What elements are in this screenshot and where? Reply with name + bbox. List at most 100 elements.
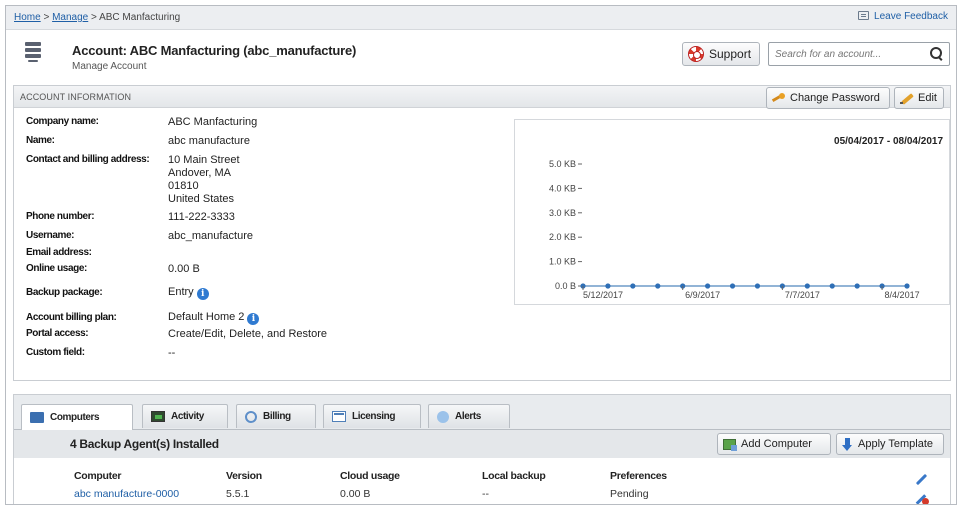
portal-access-value: Create/Edit, Delete, and Restore — [168, 328, 327, 340]
y-tick-label: 4.0 KB — [549, 183, 576, 193]
field-label: Name: — [26, 135, 55, 146]
lifebuoy-icon — [688, 46, 704, 62]
breadcrumb-separator: > — [88, 12, 100, 23]
change-password-button[interactable]: Change Password — [766, 87, 890, 109]
tab-billing[interactable]: Billing — [236, 404, 316, 428]
breadcrumb-home-link[interactable]: Home — [14, 12, 41, 23]
server-icon — [25, 42, 41, 66]
x-tick-label: 8/4/2017 — [885, 290, 920, 300]
breadcrumb-manage-link[interactable]: Manage — [52, 12, 88, 23]
company-name-value: ABC Manfacturing — [168, 116, 258, 128]
account-info-table: Company name: ABC Manfacturing Name: abc… — [26, 116, 327, 364]
info-row-address: Contact and billing address: 10 Main Str… — [26, 154, 327, 211]
breadcrumb-bar: Home > Manage > ABC Manfacturing Leave F… — [6, 6, 956, 30]
usage-chart: 05/04/2017 - 08/04/2017 5.0 KB 4.0 KB 3.0 K… — [514, 119, 950, 305]
add-computer-button[interactable]: Add Computer — [717, 433, 831, 455]
table-row: abc manufacture-0000 5.5.1 0.00 B -- Pen… — [74, 486, 730, 500]
data-point — [605, 283, 611, 289]
billing-plan-value: Default Home 2i — [168, 309, 327, 328]
username-value: abc_manufacture — [168, 230, 253, 242]
info-row-backup-package: Backup package: Entry i — [26, 284, 327, 309]
support-label: Support — [709, 47, 752, 61]
field-label: Username: — [26, 230, 75, 241]
page-subtitle: Manage Account — [72, 61, 147, 72]
info-row-portal-access: Portal access: Create/Edit, Delete, and … — [26, 328, 327, 347]
info-row-custom-field: Custom field: -- — [26, 347, 327, 364]
tab-alerts[interactable]: Alerts — [428, 404, 510, 428]
address-value: 10 Main Street Andover, MA 01810 United … — [168, 154, 327, 211]
billing-plan-text: Default Home 2 — [168, 311, 245, 323]
info-row-billing-plan: Account billing plan: Default Home 2i — [26, 309, 327, 328]
computers-icon — [30, 412, 44, 423]
search-icon[interactable] — [930, 47, 943, 61]
data-point — [804, 283, 810, 289]
column-header-computer: Computer — [74, 470, 122, 482]
support-button[interactable]: Support — [682, 42, 760, 66]
app-frame: Home > Manage > ABC Manfacturing Leave F… — [5, 5, 957, 505]
panel-header: ACCOUNT INFORMATION Change Password Edit — [14, 86, 950, 109]
column-header-preferences: Preferences — [610, 470, 667, 482]
data-point — [904, 283, 910, 289]
leave-feedback-link[interactable]: Leave Feedback — [858, 11, 948, 22]
page-header: Account: ABC Manfacturing (abc_manufactu… — [6, 31, 956, 81]
licensing-icon — [332, 411, 346, 422]
field-label: Account billing plan: — [26, 312, 117, 323]
account-search — [768, 42, 950, 66]
data-point — [854, 283, 860, 289]
remove-computer-icon[interactable] — [914, 492, 930, 504]
email-value — [168, 247, 327, 263]
edit-button[interactable]: Edit — [894, 87, 944, 109]
address-line: 10 Main Street — [168, 154, 240, 166]
field-label: Email address: — [26, 247, 92, 258]
breadcrumb-separator: > — [40, 12, 53, 23]
cloud-usage-cell: 0.00 B — [340, 488, 371, 500]
info-row-online-usage: Online usage: 0.00 B — [26, 263, 327, 284]
address-line: United States — [168, 193, 235, 205]
field-label: Company name: — [26, 116, 99, 127]
breadcrumb: Home > Manage > ABC Manfacturing — [14, 12, 180, 23]
y-tick-label: 5.0 KB — [549, 159, 576, 169]
preferences-cell: Pending — [610, 488, 649, 500]
panel-title: ACCOUNT INFORMATION — [20, 92, 132, 102]
field-label: Phone number: — [26, 211, 95, 222]
apply-template-label: Apply Template — [858, 438, 934, 450]
tab-licensing[interactable]: Licensing — [323, 404, 421, 428]
data-point — [754, 283, 761, 289]
y-tick-label: 3.0 KB — [549, 208, 576, 218]
custom-field-value: -- — [168, 347, 176, 359]
pencil-icon — [900, 92, 913, 104]
edit-label: Edit — [918, 92, 937, 104]
field-label: Backup package: — [26, 287, 103, 298]
backup-package-text: Entry — [168, 286, 194, 298]
tab-label: Licensing — [352, 411, 396, 422]
column-header-cloud-usage: Cloud usage — [340, 470, 400, 482]
tab-activity[interactable]: Activity — [142, 404, 228, 428]
field-label: Contact and billing address: — [26, 154, 150, 165]
edit-preferences-icon[interactable] — [914, 472, 928, 486]
feedback-icon — [858, 11, 870, 20]
chart-title: 05/04/2017 - 08/04/2017 — [834, 136, 943, 147]
computer-link[interactable]: abc manufacture-0000 — [74, 488, 179, 500]
tab-label: Computers — [50, 412, 100, 423]
apply-template-button[interactable]: Apply Template — [836, 433, 944, 455]
data-point — [729, 283, 736, 289]
info-row-name: Name: abc manufacture — [26, 135, 327, 154]
info-icon[interactable]: i — [247, 313, 260, 325]
field-label: Custom field: — [26, 347, 85, 358]
x-tick-label: 7/7/2017 — [785, 290, 820, 300]
tab-label: Activity — [171, 411, 204, 422]
account-tabs-panel: Computers Activity Billing Licensing Ale… — [13, 394, 951, 504]
y-tick-label: 0.0 B — [555, 281, 576, 291]
tab-label: Billing — [263, 411, 291, 422]
activity-icon — [151, 411, 165, 422]
backup-package-value: Entry i — [168, 284, 327, 309]
x-tick-label: 5/12/2017 — [583, 290, 623, 300]
version-cell: 5.5.1 — [226, 488, 250, 500]
info-icon[interactable]: i — [196, 288, 209, 300]
tab-computers[interactable]: Computers — [21, 404, 133, 430]
computers-tab-content: 4 Backup Agent(s) Installed Add Computer… — [14, 429, 950, 504]
info-row-phone: Phone number: 111-222-3333 — [26, 211, 327, 230]
search-input[interactable] — [775, 46, 925, 62]
field-label: Portal access: — [26, 328, 89, 339]
column-header-version: Version — [226, 470, 262, 482]
